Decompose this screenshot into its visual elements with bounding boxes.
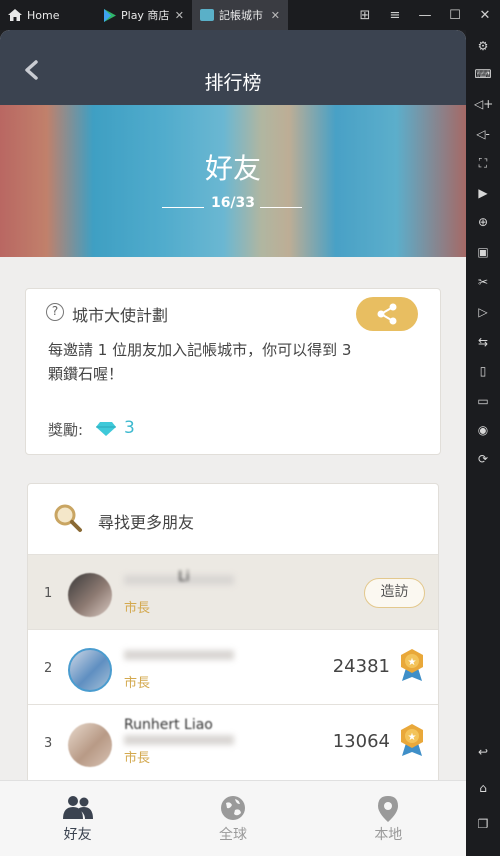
- globe-icon: [220, 796, 245, 820]
- close-icon[interactable]: ✕: [271, 9, 280, 22]
- tab-play-store[interactable]: Play 商店 ✕: [96, 0, 192, 30]
- ambassador-title: 城市大使計劃: [72, 306, 169, 325]
- tab-friends-label: 好友: [63, 827, 92, 843]
- search-icon: [54, 504, 82, 532]
- tab-global[interactable]: 全球: [155, 781, 310, 856]
- emulator-tab-bar: Home Play 商店 ✕ 記帳城市 ✕ ⊞ ≡ — ☐ ✕: [0, 0, 500, 30]
- divider: [260, 207, 302, 208]
- medal-icon: ★: [401, 724, 423, 756]
- header-bar: 排行榜: [0, 30, 466, 105]
- table-row[interactable]: 1 Li 市長 造訪: [28, 554, 438, 629]
- share-icon: [377, 303, 397, 325]
- banner-title: 好友: [204, 152, 261, 185]
- player-role: 市長: [124, 601, 151, 616]
- back-nav-icon[interactable]: ↩: [474, 744, 492, 760]
- player-name: Runhert Liao: [124, 717, 213, 733]
- folder-icon[interactable]: ▭: [474, 393, 492, 409]
- record-icon[interactable]: ▶: [474, 185, 492, 201]
- emulator-sidebar: ⚙ ⌨ ◁+ ◁- ⛶ ▶ ⊕ ▣ ✂ ▷ ⇆ ▯ ▭ ◉ ⟳ ↩ ⌂ ❐: [466, 30, 500, 856]
- rotate-icon[interactable]: ⟳: [474, 451, 492, 467]
- name-redacted: [124, 735, 234, 745]
- medal-icon: ★: [401, 649, 423, 681]
- video-icon[interactable]: ▷: [474, 304, 492, 320]
- keyboard-icon[interactable]: ⌨: [474, 66, 492, 82]
- player-score: 24381: [332, 656, 390, 677]
- apk-icon[interactable]: ▣: [474, 244, 492, 260]
- svg-text:★: ★: [408, 732, 417, 743]
- leaderboard-banner: 好友 16/33: [0, 105, 466, 257]
- visit-button[interactable]: 造訪: [364, 578, 425, 608]
- close-icon[interactable]: ✕: [175, 9, 184, 22]
- fullscreen-icon[interactable]: ⛶: [474, 155, 492, 171]
- tab-app[interactable]: 記帳城市 ✕: [192, 0, 288, 30]
- tab-app-label: 記帳城市: [219, 9, 263, 22]
- location-icon[interactable]: ◉: [474, 422, 492, 438]
- banner-progress: 16/33: [210, 195, 256, 211]
- maximize-icon[interactable]: ☐: [440, 8, 470, 23]
- app-icon: [200, 9, 214, 21]
- avatar: [68, 723, 112, 767]
- rank: 1: [44, 586, 53, 601]
- table-row[interactable]: 3 Runhert Liao 市長 13064 ★: [28, 704, 438, 779]
- rank: 3: [44, 736, 53, 751]
- screenshot-icon[interactable]: ⊕: [474, 214, 492, 230]
- rank: 2: [44, 661, 53, 676]
- volume-up-icon[interactable]: ◁+: [474, 96, 493, 112]
- settings-icon[interactable]: ⚙: [474, 38, 492, 54]
- gamepad-icon[interactable]: ⊞: [350, 8, 380, 23]
- tab-global-label: 全球: [218, 827, 247, 843]
- page-title: 排行榜: [204, 72, 262, 94]
- recents-icon[interactable]: ❐: [474, 816, 492, 832]
- tab-local-label: 本地: [374, 827, 403, 843]
- window-controls: ⊞ ≡ — ☐ ✕: [350, 0, 500, 30]
- volume-down-icon[interactable]: ◁-: [474, 126, 492, 142]
- home-nav-icon[interactable]: ⌂: [474, 780, 492, 796]
- diamond-icon: [96, 422, 116, 436]
- tab-play-store-label: Play 商店: [121, 9, 170, 22]
- shake-icon[interactable]: ▯: [474, 363, 492, 379]
- avatar: [68, 573, 112, 617]
- scissors-icon[interactable]: ✂: [474, 274, 492, 290]
- svg-text:★: ★: [408, 657, 417, 668]
- location-pin-icon: [378, 796, 399, 822]
- tab-friends[interactable]: 好友: [0, 781, 155, 856]
- help-icon[interactable]: ?: [46, 303, 64, 321]
- reward-value: 3: [124, 418, 135, 438]
- close-window-icon[interactable]: ✕: [470, 8, 500, 23]
- reward-label: 獎勵:: [48, 421, 84, 439]
- share-button[interactable]: [356, 297, 418, 331]
- player-role: 市長: [124, 676, 151, 691]
- find-friends-label: 尋找更多朋友: [98, 513, 195, 532]
- ambassador-description: 每邀請 1 位朋友加入記帳城市，你可以得到 3 顆鑽石喔！: [48, 341, 352, 383]
- app-screen: 排行榜 好友 16/33 ? 城市大使計劃 每邀請 1 位朋友加入記帳城市，你可…: [0, 30, 466, 856]
- player-role: 市長: [124, 751, 151, 766]
- sync-icon[interactable]: ⇆: [474, 334, 492, 350]
- tab-home[interactable]: Home: [0, 0, 96, 30]
- home-icon: [8, 9, 22, 21]
- bottom-nav: 好友 全球 本地: [0, 780, 466, 856]
- find-friends-button[interactable]: 尋找更多朋友: [28, 484, 438, 554]
- play-store-icon: [104, 8, 116, 22]
- ambassador-card: ? 城市大使計劃 每邀請 1 位朋友加入記帳城市，你可以得到 3 顆鑽石喔！ 獎…: [25, 288, 441, 455]
- tab-home-label: Home: [27, 8, 60, 22]
- player-name: Li: [178, 569, 190, 585]
- table-row[interactable]: 2 市長 24381 ★: [28, 629, 438, 704]
- tab-local[interactable]: 本地: [311, 781, 466, 856]
- friends-icon: [62, 796, 93, 819]
- player-score: 13064: [332, 731, 390, 752]
- minimize-icon[interactable]: —: [410, 8, 440, 23]
- menu-icon[interactable]: ≡: [380, 8, 410, 23]
- name-redacted: [124, 650, 234, 660]
- avatar: [68, 648, 112, 692]
